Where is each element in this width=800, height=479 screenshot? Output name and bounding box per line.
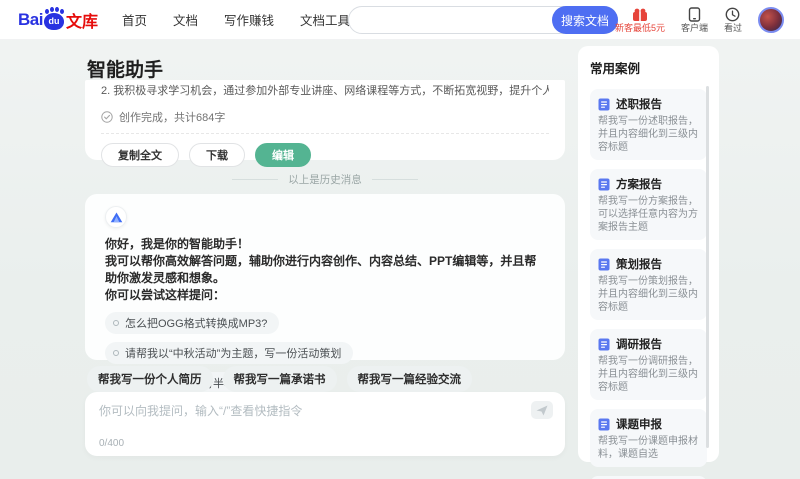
case-title: 课题申报 bbox=[616, 419, 662, 431]
nav-item-tools[interactable]: 文档工具 bbox=[300, 10, 350, 29]
download-button[interactable]: 下载 bbox=[189, 143, 245, 167]
divider-line-left bbox=[232, 179, 279, 180]
history-divider-text: 以上是历史消息 bbox=[288, 174, 362, 186]
chip-resume[interactable]: 帮我写一份个人简历 bbox=[87, 366, 213, 392]
case-title: 调研报告 bbox=[616, 339, 662, 351]
divider-line-right bbox=[371, 179, 418, 180]
assistant-message-card: 你好，我是你的智能助手！ 我可以帮你高效解答问题，辅助你进行内容创作、内容总结、… bbox=[85, 194, 565, 394]
suggestion-ogg-mp3[interactable]: 怎么把OGG格式转换成MP3? bbox=[105, 312, 280, 334]
check-circle-icon bbox=[101, 111, 113, 123]
promo-label: 新客最低5元 bbox=[614, 22, 665, 33]
top-navbar: Bai du 文库 首页 文档 写作赚钱 文档工具 更多 搜索文档 新客最低5元 bbox=[0, 0, 800, 40]
sidebar-scrollbar[interactable] bbox=[706, 86, 709, 448]
suggestion-text: 请帮我以“中秋活动”为主题，写一份活动策划 bbox=[125, 348, 342, 360]
logo-wenku-text: 文库 bbox=[65, 13, 98, 31]
case-desc: 帮我写一份策划报告，并且内容细化到三级内容标题 bbox=[598, 276, 698, 313]
copy-full-text-button[interactable]: 复制全文 bbox=[101, 143, 179, 167]
creation-status-text: 创作完成，共计684字 bbox=[119, 112, 226, 124]
assistant-try-label: 你可以尝试这样提问： bbox=[105, 288, 226, 302]
case-title: 述职报告 bbox=[616, 99, 662, 111]
assistant-logo-icon bbox=[110, 212, 122, 222]
history-message-fragment: 2. 我积极寻求学习机会，通过参加外部专业讲座、网络课程等方式，不断拓宽视野，提… bbox=[101, 85, 549, 97]
baidu-wenku-logo[interactable]: Bai du 文库 bbox=[18, 6, 98, 32]
case-title: 策划报告 bbox=[616, 259, 662, 271]
document-icon bbox=[598, 258, 610, 270]
assistant-intro: 我可以帮你高效解答问题，辅助你进行内容创作、内容总结、PPT编辑等，并且帮助你激… bbox=[105, 254, 537, 285]
case-desc: 帮我写一份调研报告，并且内容细化到三级内容标题 bbox=[598, 356, 698, 393]
case-desc: 帮我写一份方案报告，可以选择任意内容为方案报告主题 bbox=[598, 196, 698, 233]
send-icon bbox=[536, 405, 548, 415]
nav-item-home[interactable]: 首页 bbox=[122, 10, 147, 29]
promo-entry[interactable]: 新客最低5元 bbox=[615, 8, 665, 33]
nav-item-earn[interactable]: 写作赚钱 bbox=[224, 10, 274, 29]
suggestion-bullet-icon bbox=[113, 320, 119, 326]
client-app-entry[interactable]: 客户端 bbox=[681, 7, 708, 33]
creation-status-row: 创作完成，共计684字 bbox=[101, 109, 549, 134]
baidu-paw-icon: du bbox=[43, 6, 64, 30]
nav-item-docs[interactable]: 文档 bbox=[173, 10, 198, 29]
message-input[interactable] bbox=[99, 402, 519, 432]
viewed-label: 看过 bbox=[723, 23, 742, 33]
assistant-avatar bbox=[105, 206, 127, 228]
header-right-tools: 新客最低5元 客户端 看过 bbox=[615, 0, 784, 40]
result-actions: 复制全文 下载 编辑 bbox=[101, 143, 549, 167]
chip-experience[interactable]: 帮我写一篇经验交流 bbox=[346, 366, 472, 392]
case-card-debriefing-report[interactable]: 述职报告 帮我写一份述职报告，并且内容细化到三级内容标题 bbox=[590, 89, 707, 160]
document-icon bbox=[598, 178, 610, 190]
quick-chip-row: 帮我写一份个人简历 帮我写一篇承诺书 帮我写一篇经验交流 bbox=[87, 366, 472, 392]
case-desc: 帮我写一份课题申报材料，课题自选 bbox=[598, 436, 698, 460]
case-card-project-application[interactable]: 课题申报 帮我写一份课题申报材料，课题自选 bbox=[590, 409, 707, 467]
common-cases-panel: 常用案例 述职报告 帮我写一份述职报告，并且内容细化到三级内容标题 方案报告 帮… bbox=[578, 46, 719, 479]
history-result-card: 2. 我积极寻求学习机会，通过参加外部专业讲座、网络课程等方式，不断拓宽视野，提… bbox=[85, 80, 565, 167]
suggestion-bullet-icon bbox=[113, 350, 119, 356]
message-input-card: 0/400 bbox=[85, 392, 565, 456]
page-title: 智能助手 bbox=[87, 60, 164, 81]
viewed-history-entry[interactable]: 看过 bbox=[724, 7, 742, 33]
chip-commitment[interactable]: 帮我写一篇承诺书 bbox=[222, 366, 337, 392]
assistant-greeting: 你好，我是你的智能助手！ bbox=[105, 237, 250, 251]
case-title: 方案报告 bbox=[616, 179, 662, 191]
document-icon bbox=[598, 98, 610, 110]
edit-button[interactable]: 编辑 bbox=[255, 143, 311, 167]
history-divider: 以上是历史消息 bbox=[85, 172, 565, 187]
case-desc: 帮我写一份述职报告，并且内容细化到三级内容标题 bbox=[598, 116, 698, 153]
send-button[interactable] bbox=[531, 401, 553, 419]
gift-promo-icon bbox=[632, 8, 647, 21]
case-card-planning-report[interactable]: 策划报告 帮我写一份策划报告，并且内容细化到三级内容标题 bbox=[590, 249, 707, 320]
suggestion-text: 怎么把OGG格式转换成MP3? bbox=[125, 318, 268, 330]
common-cases-title: 常用案例 bbox=[590, 62, 641, 76]
clock-icon bbox=[726, 7, 740, 22]
logo-du-text: du bbox=[48, 15, 60, 26]
logo-bai-text: Bai bbox=[18, 9, 43, 29]
suggestion-midautumn-plan[interactable]: 请帮我以“中秋活动”为主题，写一份活动策划 bbox=[105, 342, 354, 364]
document-icon bbox=[598, 418, 610, 430]
phone-icon bbox=[688, 7, 701, 22]
search-bar: 搜索文档 bbox=[348, 6, 618, 34]
search-docs-button[interactable]: 搜索文档 bbox=[552, 6, 618, 34]
client-label: 客户端 bbox=[680, 23, 708, 33]
case-card-proposal-report[interactable]: 方案报告 帮我写一份方案报告，可以选择任意内容为方案报告主题 bbox=[590, 169, 707, 240]
case-card-research-report[interactable]: 调研报告 帮我写一份调研报告，并且内容细化到三级内容标题 bbox=[590, 329, 707, 400]
common-cases-list: 述职报告 帮我写一份述职报告，并且内容细化到三级内容标题 方案报告 帮我写一份方… bbox=[590, 89, 707, 479]
document-icon bbox=[598, 338, 610, 350]
user-avatar[interactable] bbox=[758, 7, 784, 33]
char-counter: 0/400 bbox=[99, 438, 125, 449]
